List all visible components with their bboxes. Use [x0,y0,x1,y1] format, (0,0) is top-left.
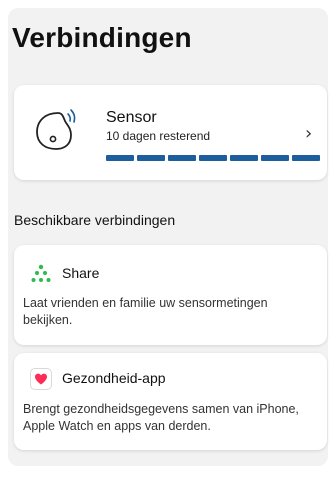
progress-segment [230,155,258,161]
heart-icon [30,368,52,390]
health-app-description: Brengt gezondheidsgegevens samen van iPh… [23,402,299,433]
progress-segment [199,155,227,161]
available-connections-heading: Beschikbare verbindingen [14,212,176,228]
progress-segment [137,155,165,161]
share-description: Laat vrienden en familie uw sensormeting… [23,296,268,327]
health-app-title: Gezondheid-app [62,370,166,386]
progress-segment [106,155,134,161]
progress-segment [168,155,196,161]
sensor-name: Sensor [106,109,157,126]
share-card[interactable]: Share Laat vrienden en familie uw sensor… [14,245,327,345]
progress-segment [261,155,289,161]
page-title: Verbindingen [12,22,192,53]
sensor-icon [36,109,76,150]
chevron-right-icon: › [305,123,313,144]
sensor-life-progress [106,155,320,161]
share-title: Share [62,265,100,281]
sensor-card[interactable]: Sensor 10 dagen resterend › [14,85,327,180]
share-icon [31,264,51,282]
progress-segment [292,155,320,161]
health-app-card[interactable]: Gezondheid-app Brengt gezondheidsgegeven… [14,353,327,450]
sensor-days-remaining: 10 dagen resterend [106,129,211,143]
